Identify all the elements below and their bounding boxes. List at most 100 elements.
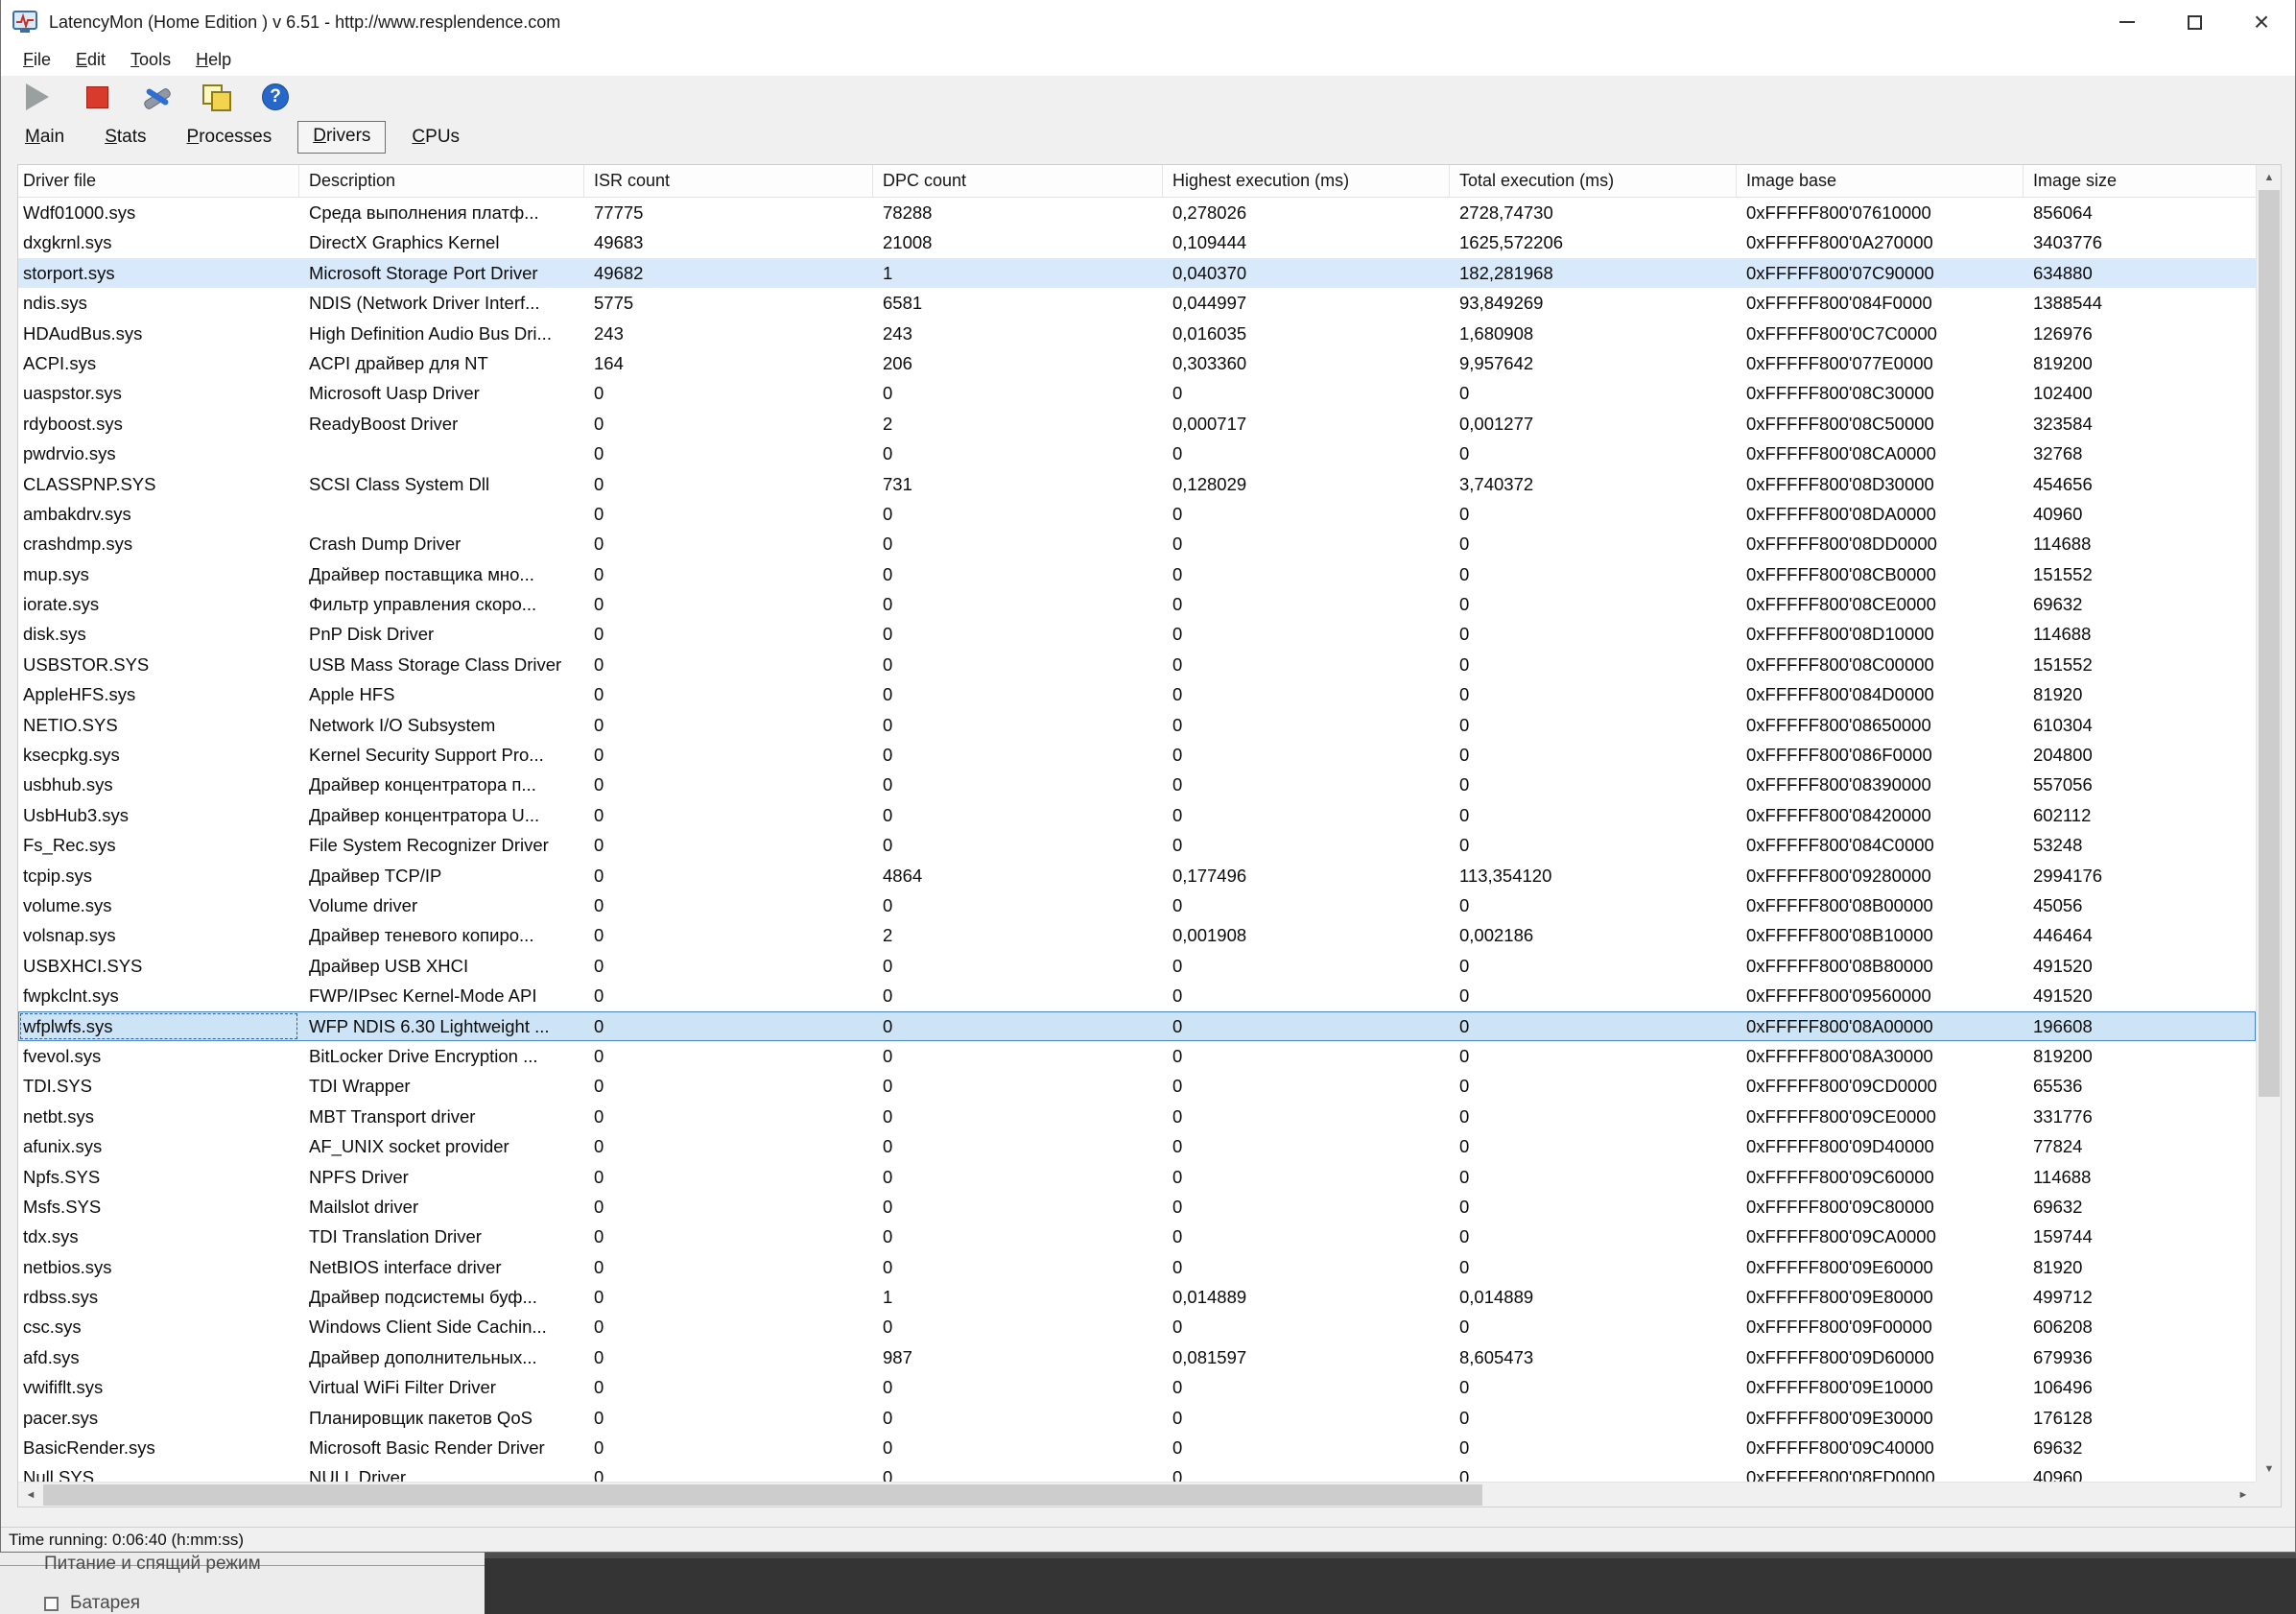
horizontal-scrollbar-thumb[interactable] xyxy=(43,1484,1482,1506)
cell-driver-file: ksecpkg.sys xyxy=(18,740,299,770)
table-row[interactable]: fvevol.sysBitLocker Drive Encryption ...… xyxy=(18,1041,2256,1071)
cell-description: WFP NDIS 6.30 Lightweight ... xyxy=(299,1011,584,1041)
stop-monitor-button[interactable] xyxy=(74,79,120,115)
column-header-highest-execution-ms[interactable]: Highest execution (ms) xyxy=(1163,165,1450,197)
cell-image-base: 0xFFFFF800'08C50000 xyxy=(1737,409,2024,439)
cell-dpc-count: 0 xyxy=(873,1162,1163,1192)
table-row[interactable]: Null.SYSNULL Driver00000xFFFFF800'08FD00… xyxy=(18,1462,2256,1483)
table-row[interactable]: dxgkrnl.sysDirectX Graphics Kernel496832… xyxy=(18,227,2256,257)
table-row[interactable]: crashdmp.sysCrash Dump Driver00000xFFFFF… xyxy=(18,529,2256,558)
table-row[interactable]: tdx.sysTDI Translation Driver00000xFFFFF… xyxy=(18,1222,2256,1251)
tab-cpus[interactable]: CPUs xyxy=(397,123,474,154)
cell-description: Microsoft Basic Render Driver xyxy=(299,1433,584,1462)
menu-item-tools[interactable]: Tools xyxy=(118,50,183,70)
vertical-scrollbar[interactable]: ▲ ▼ xyxy=(2256,165,2281,1482)
cell-isr-count: 0 xyxy=(584,1222,873,1251)
table-row[interactable]: uaspstor.sysMicrosoft Uasp Driver00000xF… xyxy=(18,378,2256,408)
vertical-scrollbar-thumb[interactable] xyxy=(2259,190,2280,1097)
horizontal-scrollbar[interactable]: ◄ ► xyxy=(18,1482,2256,1507)
table-row[interactable]: csc.sysWindows Client Side Cachin...0000… xyxy=(18,1312,2256,1341)
cell-driver-file: usbhub.sys xyxy=(18,770,299,799)
cell-driver-file: rdyboost.sys xyxy=(18,409,299,439)
table-row[interactable]: Fs_Rec.sysFile System Recognizer Driver0… xyxy=(18,830,2256,860)
table-row[interactable]: rdyboost.sysReadyBoost Driver020,0007170… xyxy=(18,409,2256,439)
table-row[interactable]: pwdrvio.sys00000xFFFFF800'08CA000032768 xyxy=(18,439,2256,468)
menu-item-file[interactable]: File xyxy=(11,50,63,70)
table-row[interactable]: usbhub.sysДрайвер концентратора п...0000… xyxy=(18,770,2256,799)
cell-image-size: 602112 xyxy=(2024,800,2256,830)
column-header-description[interactable]: Description xyxy=(299,165,584,197)
cell-image-size: 81920 xyxy=(2024,1252,2256,1282)
cell-total-execution-ms: 0 xyxy=(1450,378,1737,408)
table-row[interactable]: fwpkclnt.sysFWP/IPsec Kernel-Mode API000… xyxy=(18,981,2256,1010)
table-row[interactable]: NETIO.SYSNetwork I/O Subsystem00000xFFFF… xyxy=(18,710,2256,740)
menu-item-edit[interactable]: Edit xyxy=(63,50,118,70)
cell-total-execution-ms: 1625,572206 xyxy=(1450,227,1737,257)
table-row[interactable]: AppleHFS.sysApple HFS00000xFFFFF800'084D… xyxy=(18,679,2256,709)
start-monitor-button[interactable] xyxy=(14,79,60,115)
table-row[interactable]: ndis.sysNDIS (Network Driver Interf...57… xyxy=(18,288,2256,318)
options-tools-button[interactable] xyxy=(133,79,179,115)
tab-drivers[interactable]: Drivers xyxy=(297,121,386,154)
minimize-button[interactable] xyxy=(2094,0,2161,44)
table-row[interactable]: UsbHub3.sysДрайвер концентратора U...000… xyxy=(18,800,2256,830)
table-row[interactable]: tcpip.sysДрайвер TCP/IP048640,177496113,… xyxy=(18,861,2256,890)
table-row[interactable]: CLASSPNP.SYSSCSI Class System Dll07310,1… xyxy=(18,469,2256,499)
cell-dpc-count: 206 xyxy=(873,348,1163,378)
column-header-image-base[interactable]: Image base xyxy=(1737,165,2024,197)
table-row[interactable]: wfplwfs.sysWFP NDIS 6.30 Lightweight ...… xyxy=(18,1011,2256,1041)
table-row[interactable]: afd.sysДрайвер дополнительных...09870,08… xyxy=(18,1342,2256,1372)
column-header-dpc-count[interactable]: DPC count xyxy=(873,165,1163,197)
cell-image-size: 557056 xyxy=(2024,770,2256,799)
scroll-left-icon[interactable]: ◄ xyxy=(18,1483,43,1507)
table-row[interactable]: ksecpkg.sysKernel Security Support Pro..… xyxy=(18,740,2256,770)
stop-icon xyxy=(86,86,108,108)
table-row[interactable]: USBXHCI.SYSДрайвер USB XHCI00000xFFFFF80… xyxy=(18,951,2256,981)
table-row[interactable]: pacer.sysПланировщик пакетов QoS00000xFF… xyxy=(18,1403,2256,1433)
table-row[interactable]: iorate.sysФильтр управления скоро...0000… xyxy=(18,589,2256,619)
help-button[interactable]: ? xyxy=(252,79,298,115)
column-header-isr-count[interactable]: ISR count xyxy=(584,165,873,197)
table-row[interactable]: USBSTOR.SYSUSB Mass Storage Class Driver… xyxy=(18,650,2256,679)
cell-isr-count: 0 xyxy=(584,529,873,558)
table-row[interactable]: storport.sysMicrosoft Storage Port Drive… xyxy=(18,258,2256,288)
table-row[interactable]: afunix.sysAF_UNIX socket provider00000xF… xyxy=(18,1131,2256,1161)
column-header-image-size[interactable]: Image size xyxy=(2024,165,2256,197)
table-row[interactable]: netbt.sysMBT Transport driver00000xFFFFF… xyxy=(18,1102,2256,1131)
table-row[interactable]: vwififlt.sysVirtual WiFi Filter Driver00… xyxy=(18,1372,2256,1402)
cell-isr-count: 0 xyxy=(584,1041,873,1071)
table-row[interactable]: volume.sysVolume driver00000xFFFFF800'08… xyxy=(18,890,2256,920)
table-row[interactable]: mup.sysДрайвер поставщика мно...00000xFF… xyxy=(18,559,2256,589)
cell-total-execution-ms: 0 xyxy=(1450,1252,1737,1282)
tab-stats[interactable]: Stats xyxy=(90,123,160,154)
column-header-total-execution-ms[interactable]: Total execution (ms) xyxy=(1450,165,1737,197)
scroll-down-icon[interactable]: ▼ xyxy=(2257,1457,2282,1482)
menu-item-help[interactable]: Help xyxy=(183,50,244,70)
table-row[interactable]: Wdf01000.sysСреда выполнения платф...777… xyxy=(18,198,2256,227)
table-row[interactable]: rdbss.sysДрайвер подсистемы буф...010,01… xyxy=(18,1282,2256,1312)
table-row[interactable]: volsnap.sysДрайвер теневого копиро...020… xyxy=(18,920,2256,950)
cell-dpc-count: 0 xyxy=(873,1372,1163,1402)
table-row[interactable]: TDI.SYSTDI Wrapper00000xFFFFF800'09CD000… xyxy=(18,1071,2256,1101)
cell-highest-execution-ms: 0 xyxy=(1163,710,1450,740)
table-row[interactable]: Npfs.SYSNPFS Driver00000xFFFFF800'09C600… xyxy=(18,1162,2256,1192)
column-header-driver-file[interactable]: Driver file xyxy=(18,165,299,197)
cell-isr-count: 0 xyxy=(584,1282,873,1312)
table-row[interactable]: Msfs.SYSMailslot driver00000xFFFFF800'09… xyxy=(18,1192,2256,1222)
table-row[interactable]: netbios.sysNetBIOS interface driver00000… xyxy=(18,1252,2256,1282)
table-row[interactable]: disk.sysPnP Disk Driver00000xFFFFF800'08… xyxy=(18,619,2256,649)
tab-main[interactable]: Main xyxy=(11,123,79,154)
scroll-right-icon[interactable]: ► xyxy=(2231,1483,2256,1507)
title-bar[interactable]: LatencyMon (Home Edition ) v 6.51 - http… xyxy=(1,0,2295,44)
cell-dpc-count: 0 xyxy=(873,1462,1163,1483)
table-row[interactable]: ambakdrv.sys00000xFFFFF800'08DA000040960 xyxy=(18,499,2256,529)
maximize-button[interactable] xyxy=(2161,0,2228,44)
close-button[interactable]: × xyxy=(2228,0,2295,44)
table-row[interactable]: HDAudBus.sysHigh Definition Audio Bus Dr… xyxy=(18,319,2256,348)
table-row[interactable]: ACPI.sysACPI драйвер для NT1642060,30336… xyxy=(18,348,2256,378)
tab-processes[interactable]: Processes xyxy=(173,123,287,154)
report-button[interactable] xyxy=(193,79,239,115)
table-row[interactable]: BasicRender.sysMicrosoft Basic Render Dr… xyxy=(18,1433,2256,1462)
cell-dpc-count: 78288 xyxy=(873,198,1163,227)
scroll-up-icon[interactable]: ▲ xyxy=(2257,165,2282,190)
